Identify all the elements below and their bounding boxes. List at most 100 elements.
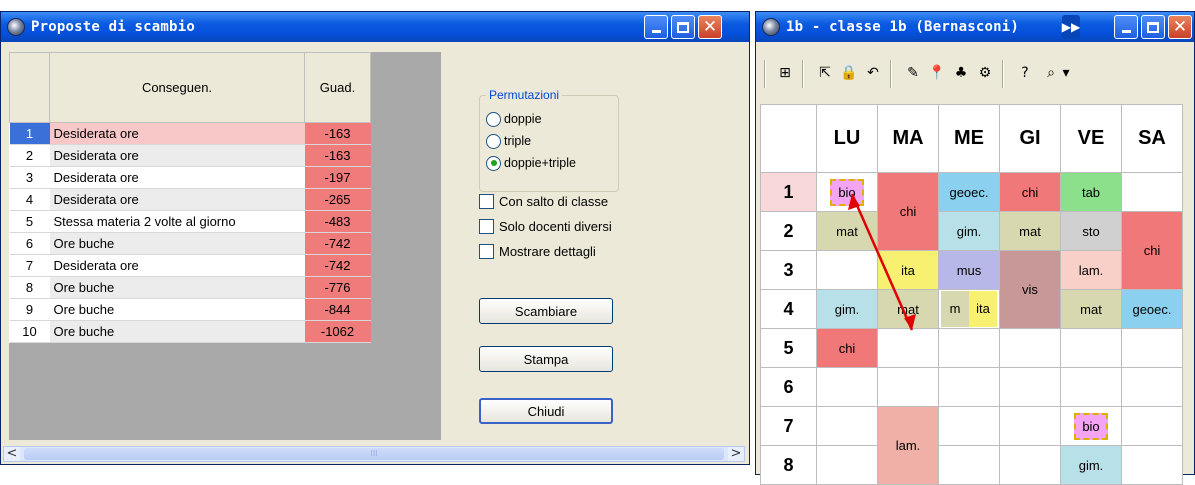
lesson-cell[interactable] xyxy=(1060,367,1122,407)
timetable-window: 1b - classe 1b (Bernasconi) ▶▶ ✕ ⊞ ⇱ 🔒 ↶… xyxy=(755,11,1195,485)
lesson-cell[interactable]: chi xyxy=(999,172,1061,212)
lesson-cell[interactable]: chi xyxy=(1121,211,1183,290)
table-row[interactable]: 9 Ore buche -844 xyxy=(9,298,371,321)
lesson-cell[interactable]: mat xyxy=(877,289,939,329)
lesson-cell[interactable]: ita xyxy=(877,250,939,290)
lesson-cell[interactable]: mat xyxy=(816,211,878,251)
row-number: 4 xyxy=(9,188,50,211)
scroll-thumb[interactable]: III xyxy=(24,448,724,460)
lesson-cell[interactable] xyxy=(1121,328,1183,368)
maximize-button[interactable] xyxy=(671,15,695,39)
lesson-cell[interactable]: chi xyxy=(877,172,939,251)
radio-selected-icon xyxy=(486,155,501,171)
lesson-cell[interactable] xyxy=(999,328,1061,368)
table-row[interactable]: 1 Desiderata ore -163 xyxy=(9,122,371,145)
maximize-button[interactable] xyxy=(1141,15,1165,39)
close-button[interactable]: ✕ xyxy=(698,15,722,39)
lesson-cell[interactable] xyxy=(938,445,1000,485)
undo-icon[interactable]: ↶ xyxy=(862,62,884,84)
radio-doppie[interactable]: doppie xyxy=(486,108,612,130)
scambiare-button[interactable]: Scambiare xyxy=(479,298,613,324)
horizontal-scrollbar[interactable]: < III > xyxy=(3,446,745,462)
lesson-cell[interactable] xyxy=(816,445,878,485)
lock-icon[interactable]: 🔒 xyxy=(838,62,860,84)
lesson-cell[interactable] xyxy=(877,367,939,407)
search-icon[interactable]: ⌕ xyxy=(1040,62,1062,84)
lesson-cell[interactable]: geoec. xyxy=(938,172,1000,212)
pin-icon[interactable]: 📍 xyxy=(926,62,948,84)
lesson-cell[interactable]: bio xyxy=(816,172,878,212)
minimize-button[interactable] xyxy=(644,15,668,39)
lesson-cell[interactable]: lam. xyxy=(877,406,939,485)
lesson-cell[interactable] xyxy=(999,445,1061,485)
dropdown-icon[interactable]: ▾ xyxy=(1060,62,1072,84)
stampa-button[interactable]: Stampa xyxy=(479,346,613,372)
row-number: 6 xyxy=(9,232,50,255)
table-row[interactable]: 5 Stessa materia 2 volte al giorno -483 xyxy=(9,210,371,233)
minimize-button[interactable] xyxy=(1114,15,1138,39)
header-conseguenza[interactable]: Conseguen. xyxy=(49,52,305,123)
close-button[interactable]: ✕ xyxy=(1168,15,1192,39)
lesson-cell[interactable]: lam. xyxy=(1060,250,1122,290)
scroll-left-icon[interactable]: < xyxy=(4,447,20,461)
edit-pencil-icon[interactable]: ✎ xyxy=(902,62,924,84)
fit-view-icon[interactable]: ⊞ xyxy=(774,62,796,84)
period-header: 5 xyxy=(760,328,817,368)
lesson-cell[interactable] xyxy=(938,406,1000,446)
radio-triple[interactable]: triple xyxy=(486,130,612,152)
lesson-cell[interactable] xyxy=(938,367,1000,407)
lesson-cell[interactable]: gim. xyxy=(938,211,1000,251)
header-guadagno[interactable]: Guad. xyxy=(304,52,371,123)
gear-icon[interactable]: ⚙ xyxy=(974,62,996,84)
lesson-cell[interactable] xyxy=(816,367,878,407)
table-row[interactable]: 8 Ore buche -776 xyxy=(9,276,371,299)
table-row[interactable]: 4 Desiderata ore -265 xyxy=(9,188,371,211)
scroll-right-button[interactable]: ▶▶ xyxy=(1062,15,1080,39)
lesson-cell[interactable]: mat xyxy=(1060,289,1122,329)
lesson-cell[interactable] xyxy=(1121,367,1183,407)
table-row[interactable]: 6 Ore buche -742 xyxy=(9,232,371,255)
lesson-cell[interactable]: vis xyxy=(999,250,1061,329)
title-bar[interactable]: Proposte di scambio ✕ xyxy=(1,12,749,42)
table-row[interactable]: 2 Desiderata ore -163 xyxy=(9,144,371,167)
lesson-cell[interactable] xyxy=(1121,445,1183,485)
lesson-cell[interactable] xyxy=(1121,406,1183,446)
scroll-right-icon[interactable]: > xyxy=(728,447,744,461)
lesson-cell[interactable] xyxy=(1060,328,1122,368)
users-icon[interactable]: ♣ xyxy=(950,62,972,84)
table-row[interactable]: 10 Ore buche -1062 xyxy=(9,320,371,343)
lesson-cell[interactable] xyxy=(938,328,1000,368)
title-bar[interactable]: 1b - classe 1b (Bernasconi) ▶▶ ✕ xyxy=(756,12,1194,42)
period-header: 7 xyxy=(760,406,817,446)
checkbox-salto-classe[interactable]: Con salto di classe xyxy=(479,194,608,209)
lesson-cell[interactable] xyxy=(1121,172,1183,212)
table-row[interactable]: 7 Desiderata ore -742 xyxy=(9,254,371,277)
lesson-cell[interactable]: mat xyxy=(999,211,1061,251)
period-header: 6 xyxy=(760,367,817,407)
lesson-cell[interactable] xyxy=(999,406,1061,446)
table-row[interactable]: 3 Desiderata ore -197 xyxy=(9,166,371,189)
export-icon[interactable]: ⇱ xyxy=(814,62,836,84)
lesson-cell[interactable]: chi xyxy=(816,328,878,368)
lesson-cell[interactable]: geoec. xyxy=(1121,289,1183,329)
corner-cell xyxy=(760,104,817,173)
checkbox-icon xyxy=(479,219,494,234)
help-icon[interactable]: ? xyxy=(1014,62,1036,84)
lesson-cell[interactable]: gim. xyxy=(1060,445,1122,485)
radio-doppie-triple[interactable]: doppie+triple xyxy=(486,152,612,174)
checkbox-docenti-diversi[interactable]: Solo docenti diversi xyxy=(479,219,612,234)
maximize-icon xyxy=(1147,21,1159,33)
chiudi-button[interactable]: Chiudi xyxy=(479,398,613,424)
permutazioni-group: Permutazioni doppie triple doppie+triple xyxy=(479,88,619,192)
lesson-cell[interactable] xyxy=(999,367,1061,407)
lesson-cell[interactable]: m ita xyxy=(938,289,1000,329)
lesson-cell[interactable] xyxy=(816,250,878,290)
lesson-cell[interactable]: mus xyxy=(938,250,1000,290)
lesson-cell[interactable]: gim. xyxy=(816,289,878,329)
lesson-cell[interactable]: sto xyxy=(1060,211,1122,251)
lesson-cell[interactable]: tab xyxy=(1060,172,1122,212)
lesson-cell[interactable]: bio xyxy=(1060,406,1122,446)
lesson-cell[interactable] xyxy=(877,328,939,368)
checkbox-mostrare-dettagli[interactable]: Mostrare dettagli xyxy=(479,244,596,259)
lesson-cell[interactable] xyxy=(816,406,878,446)
